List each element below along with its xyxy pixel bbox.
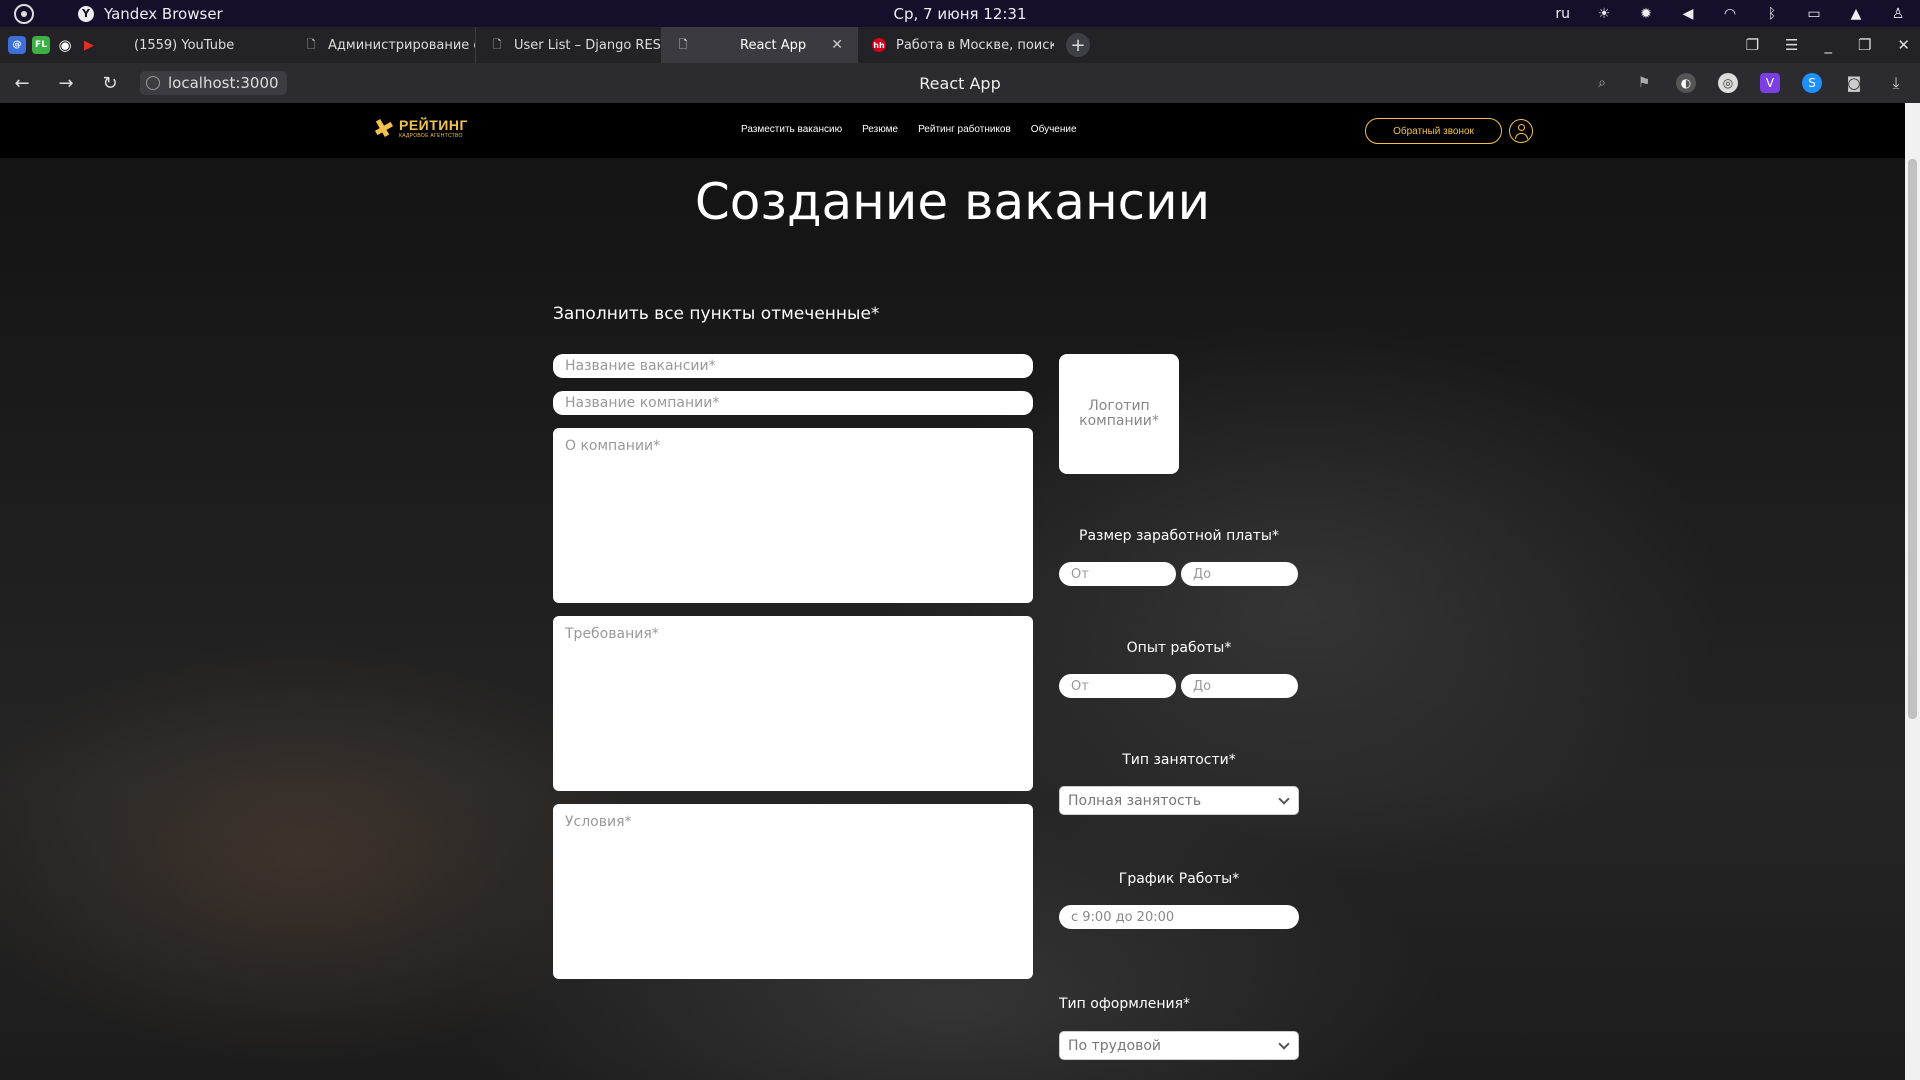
close-window-icon[interactable]: ✕ — [1897, 36, 1910, 54]
system-top-bar: Y Yandex Browser Ср, 7 июня 12:31 ru ☀ ✹… — [0, 0, 1920, 27]
activities-icon[interactable] — [14, 3, 34, 24]
employment-type-select[interactable]: Полная занятость — [1059, 786, 1299, 815]
tab-django-users[interactable]: 🗋 User List – Django REST fra — [476, 27, 662, 63]
employment-type-value: Полная занятость — [1068, 792, 1202, 809]
callback-button[interactable]: Обратный звонок — [1365, 118, 1502, 144]
download-icon[interactable]: ⤓ — [1886, 73, 1906, 93]
v-extension-icon[interactable]: V — [1760, 73, 1780, 93]
tab-label: React App — [740, 37, 807, 53]
logo-mark-icon — [373, 117, 395, 139]
experience-label: Опыт работы* — [1126, 640, 1232, 656]
schedule-input[interactable] — [1059, 905, 1299, 929]
tab-label: (1559) YouTube — [134, 37, 235, 53]
screenshot-icon[interactable]: ◙ — [1844, 73, 1864, 93]
company-name-input[interactable] — [553, 391, 1033, 415]
youtube-pinned-icon[interactable]: ▶ — [80, 36, 98, 54]
active-app-name[interactable]: Yandex Browser — [104, 5, 223, 23]
vacancy-name-input[interactable] — [553, 354, 1033, 378]
page-viewport: РЕЙТИНГ КАДРОВОЕ АГЕНТСТВО Разместить ва… — [0, 103, 1905, 1080]
reload-icon[interactable]: ↻ — [88, 73, 132, 94]
shazam-extension-icon[interactable]: S — [1802, 73, 1822, 93]
github-pinned-icon[interactable]: ◉ — [56, 36, 74, 54]
brightness-icon[interactable]: ☀ — [1596, 6, 1612, 22]
close-tab-icon[interactable]: ✕ — [831, 37, 843, 53]
site-info-icon[interactable] — [146, 76, 160, 90]
fl-pinned-icon[interactable]: FL — [32, 36, 50, 54]
notification-icon[interactable]: ▲ — [1848, 6, 1864, 22]
experience-to-input[interactable] — [1181, 674, 1298, 698]
address-bar: ← → ↻ localhost:3000 React App ⌕ ⚑ ◐ ◎ V… — [0, 63, 1920, 103]
company-logo-upload[interactable]: Логотип компании* — [1059, 354, 1179, 474]
bluetooth-icon[interactable]: ᛒ — [1764, 6, 1780, 22]
hh-icon: hh — [872, 38, 886, 52]
contract-type-label: Тип оформления* — [1059, 996, 1191, 1012]
contract-type-select[interactable]: По трудовой — [1059, 1031, 1299, 1060]
extension-icon[interactable]: ◐ — [1676, 73, 1696, 93]
tab-manager-icon[interactable]: ❐ — [1746, 36, 1759, 54]
chevron-down-icon — [1278, 1037, 1290, 1050]
schedule-label: График Работы* — [1118, 871, 1240, 887]
back-icon[interactable]: ← — [0, 73, 44, 94]
battery-icon[interactable]: ▭ — [1806, 6, 1822, 22]
contract-type-value: По трудовой — [1068, 1037, 1162, 1054]
pinned-tabs: @ FL ◉ ▶ — [0, 36, 98, 54]
salary-from-input[interactable] — [1059, 562, 1176, 586]
salary-label: Размер заработной платы* — [1079, 528, 1279, 544]
site-header: РЕЙТИНГ КАДРОВОЕ АГЕНТСТВО Разместить ва… — [0, 103, 1905, 158]
logo-subtext: КАДРОВОЕ АГЕНТСТВО — [399, 132, 463, 139]
site-logo[interactable]: РЕЙТИНГ КАДРОВОЕ АГЕНТСТВО — [373, 117, 468, 139]
tab-label: User List – Django REST fra — [514, 37, 661, 53]
yandex-browser-icon: Y — [78, 5, 94, 22]
required-fields-note: Заполнить все пункты отмеченные* — [553, 304, 880, 324]
new-tab-button[interactable]: + — [1066, 33, 1090, 57]
profile-icon[interactable] — [1509, 119, 1533, 143]
employment-type-label: Тип занятости* — [1122, 752, 1236, 768]
url-field[interactable]: localhost:3000 — [140, 71, 287, 95]
page-title-display: React App — [919, 73, 1001, 93]
chevron-down-icon — [1278, 792, 1290, 805]
user-icon[interactable]: ♙ — [1890, 6, 1906, 22]
tab-hh[interactable]: hh Работа в Москве, поиск п — [858, 27, 1054, 63]
minimize-icon[interactable]: _ — [1824, 36, 1832, 54]
nav-post-vacancy[interactable]: Разместить вакансию — [741, 124, 842, 135]
page-title: Создание вакансии — [694, 173, 1211, 231]
scrollbar-thumb[interactable] — [1908, 159, 1917, 719]
nav-training[interactable]: Обучение — [1031, 124, 1077, 135]
restore-icon[interactable]: ❐ — [1858, 36, 1871, 54]
menu-icon[interactable]: ☰ — [1785, 36, 1798, 54]
about-company-textarea[interactable] — [553, 428, 1033, 603]
mail-pinned-icon[interactable]: @ — [8, 36, 26, 54]
document-icon: 🗋 — [306, 37, 316, 51]
conditions-textarea[interactable] — [553, 804, 1033, 979]
experience-from-input[interactable] — [1059, 674, 1176, 698]
bookmark-icon[interactable]: ⚑ — [1634, 73, 1654, 93]
tab-label: Работа в Москве, поиск п — [896, 37, 1054, 53]
logo-upload-label: Логотип компании* — [1079, 397, 1159, 429]
document-icon: 🗋 — [678, 37, 688, 51]
input-language[interactable]: ru — [1555, 6, 1570, 22]
nav-resume[interactable]: Резюме — [862, 124, 898, 135]
search-in-page-icon[interactable]: ⌕ — [1592, 73, 1612, 93]
forward-icon[interactable]: → — [44, 73, 88, 94]
tab-admin[interactable]: 🗋 Администрирование сай — [290, 27, 476, 63]
browser-tab-bar: @ FL ◉ ▶ (1559) YouTube 🗋 Администрирова… — [0, 27, 1920, 63]
weather-icon[interactable]: ✹ — [1638, 6, 1654, 22]
main-nav: Разместить вакансию Резюме Рейтинг работ… — [741, 124, 1077, 135]
requirements-textarea[interactable] — [553, 616, 1033, 791]
tab-youtube[interactable]: (1559) YouTube — [120, 27, 290, 63]
nav-workers-rating[interactable]: Рейтинг работников — [918, 124, 1011, 135]
vpn-extension-icon[interactable]: ◎ — [1718, 73, 1738, 93]
volume-icon[interactable]: ◀ — [1680, 6, 1696, 22]
clock[interactable]: Ср, 7 июня 12:31 — [893, 5, 1026, 23]
wifi-icon[interactable]: ◠ — [1722, 6, 1738, 22]
tab-react-app[interactable]: 🗋 React App ✕ — [662, 27, 858, 63]
url-text: localhost:3000 — [168, 74, 279, 92]
logo-text: РЕЙТИНГ — [399, 116, 468, 133]
salary-to-input[interactable] — [1181, 562, 1298, 586]
tab-label: Администрирование сай — [328, 37, 475, 53]
page-scrollbar[interactable] — [1905, 103, 1920, 1080]
document-icon: 🗋 — [492, 37, 502, 51]
